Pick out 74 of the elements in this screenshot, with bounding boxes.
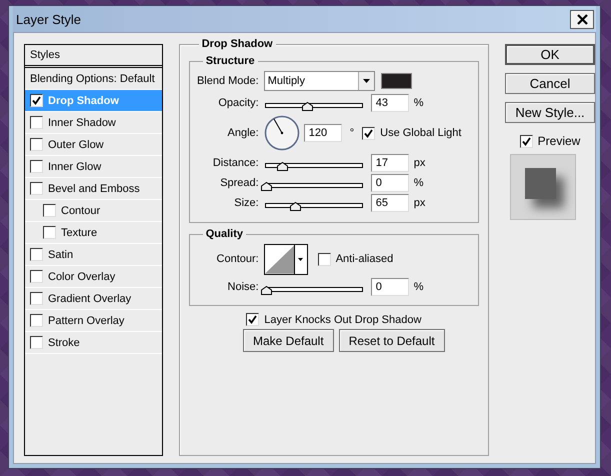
angle-dial[interactable] [264,115,300,151]
styles-header: Styles [25,45,162,68]
value-field[interactable]: 43 [370,94,409,112]
slider-thumb[interactable] [302,102,313,110]
checkbox-label: Preview [538,134,580,148]
value-field[interactable]: 0 [370,278,409,296]
close-icon [576,14,588,24]
group-title: Quality [204,228,244,240]
checkbox[interactable] [30,94,43,107]
dialog-button[interactable]: New Style... [505,102,595,123]
contour-picker[interactable] [264,244,308,274]
slider-thumb[interactable] [290,202,301,210]
checkbox[interactable] [30,182,43,195]
checkbox-label: Use Global Light [380,127,462,139]
checkbox[interactable] [520,134,533,148]
slider-thumb[interactable] [260,182,272,190]
style-list-item[interactable]: Stroke [25,332,162,354]
field-label: Spread: [219,177,260,189]
style-preview [510,154,576,220]
checkbox-label: Layer Knocks Out Drop Shadow [264,314,422,326]
style-list-item[interactable]: Gradient Overlay [25,288,162,310]
unit-label: ° [350,127,354,139]
checkbox[interactable] [30,292,43,305]
style-list-item[interactable]: Inner Shadow [25,112,162,134]
group-title: Structure [204,55,256,67]
value-field[interactable]: 0 [370,174,409,192]
checkbox[interactable] [30,160,43,173]
close-button[interactable] [570,10,594,28]
checkbox[interactable] [43,204,56,217]
dialog-button[interactable]: Reset to Default [338,329,445,352]
style-list-item[interactable]: Satin [25,244,162,266]
slider-thumb[interactable] [277,162,288,170]
checkbox[interactable] [362,126,376,140]
dialog-button[interactable]: Make Default [242,329,334,352]
value-field[interactable]: 17 [370,154,409,172]
section-title: Drop Shadow [198,38,276,50]
unit-label: % [414,281,424,293]
angle-field[interactable]: 120 [304,124,342,142]
unit-label: % [414,97,424,109]
field-label: Size: [233,197,260,209]
style-list-item[interactable]: Texture [25,222,162,244]
style-list-item[interactable]: Outer Glow [25,134,162,156]
field-label: Blend Mode: [196,75,260,87]
window-title: Layer Style [16,12,82,26]
checkbox[interactable] [246,313,260,326]
checkbox[interactable] [30,248,43,261]
checkbox[interactable] [43,226,56,239]
checkbox[interactable] [318,252,331,266]
field-label: Angle: [226,127,260,139]
field-label: Contour: [216,253,260,265]
color-swatch[interactable] [380,73,412,89]
unit-label: % [414,177,424,189]
value-field[interactable]: 65 [370,194,409,212]
checkbox-label: Anti-aliased [336,253,394,265]
blend-mode-dropdown[interactable]: Multiply [264,71,375,91]
style-list-item[interactable]: Inner Glow [25,156,162,178]
style-list-item[interactable]: Contour [25,200,162,222]
checkbox[interactable] [30,116,43,129]
checkbox[interactable] [30,270,43,283]
checkbox[interactable] [30,138,43,151]
checkbox[interactable] [30,336,43,349]
dialog-button[interactable]: OK [505,44,595,65]
field-label: Opacity: [217,97,260,109]
unit-label: px [414,197,426,209]
dropdown-arrow-icon [298,258,304,260]
style-list-item[interactable]: Color Overlay [25,266,162,288]
dialog-button[interactable]: Cancel [505,73,595,94]
field-label: Distance: [212,157,260,169]
style-list-item[interactable]: Bevel and Emboss [25,178,162,200]
slider-thumb[interactable] [260,286,272,294]
unit-label: px [414,157,426,169]
style-list-item[interactable]: Pattern Overlay [25,310,162,332]
field-label: Noise: [226,281,260,293]
checkbox[interactable] [30,314,43,327]
